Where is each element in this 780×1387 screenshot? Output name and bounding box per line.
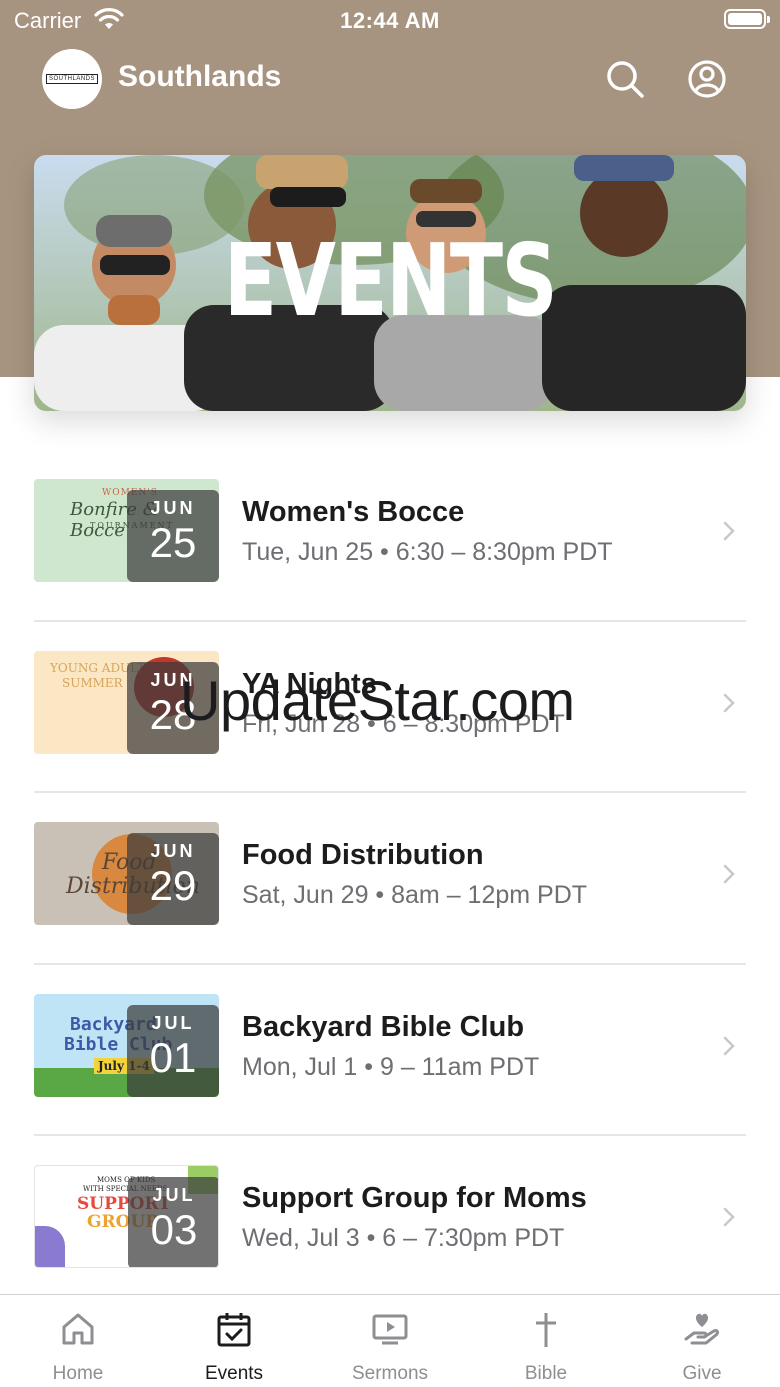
cross-icon — [536, 1313, 556, 1347]
date-day: 03 — [150, 1206, 198, 1253]
thumb-text: SUMMER — [62, 675, 123, 690]
event-title: Backyard Bible Club — [242, 1010, 525, 1043]
home-icon — [62, 1313, 94, 1345]
tab-give[interactable]: Give — [624, 1295, 780, 1387]
date-badge: JUL 01 — [127, 1004, 219, 1097]
bottom-tab-bar: Home Events Sermons Bible Give — [0, 1294, 780, 1387]
date-badge: JUN 25 — [127, 490, 219, 582]
date-badge: JUL 03 — [128, 1177, 218, 1267]
event-title: Food Distribution — [242, 839, 484, 871]
date-month: JUL — [152, 1185, 196, 1205]
tv-play-icon — [372, 1314, 408, 1345]
tab-label: Events — [204, 1363, 264, 1384]
hand-heart-icon — [684, 1313, 719, 1345]
event-title: Support Group for Moms — [242, 1182, 587, 1214]
search-icon[interactable] — [604, 58, 646, 100]
event-thumbnail: Backyard Bible Club July 1-4 JUL 01 — [34, 993, 219, 1097]
event-datetime: Tue, Jun 25 • 6:30 – 8:30pm PDT — [242, 538, 613, 566]
event-row-backyard-bible-club[interactable]: Backyard Bible Club July 1-4 JUL 01 Back… — [34, 965, 746, 1136]
tab-events[interactable]: Events — [156, 1295, 312, 1387]
event-row-womens-bocce[interactable]: WOMEN'S Bonfire & Bocce TOURNAMENT JUN 2… — [34, 450, 746, 622]
clock: 12:44 AM — [340, 8, 440, 33]
tab-bible[interactable]: Bible — [468, 1295, 624, 1387]
battery-icon — [724, 9, 770, 29]
event-list: WOMEN'S Bonfire & Bocce TOURNAMENT JUN 2… — [34, 450, 746, 1308]
hero-title: EVENTS — [223, 222, 558, 339]
date-day: 29 — [149, 862, 197, 909]
chevron-right-icon — [723, 693, 735, 712]
event-thumbnail: MOMS OF KIDS WITH SPECIAL NEEDS SUPPORT … — [34, 1165, 219, 1268]
tab-label: Bible — [524, 1363, 568, 1384]
event-thumbnail: Food Distribution JUN 29 — [34, 822, 219, 925]
event-datetime: Wed, Jul 3 • 6 – 7:30pm PDT — [242, 1224, 565, 1252]
tab-home[interactable]: Home — [0, 1295, 156, 1387]
event-row-food-distribution[interactable]: Food Distribution JUN 29 Food Distributi… — [34, 793, 746, 965]
chevron-right-icon — [723, 864, 735, 884]
chevron-right-icon — [723, 521, 735, 541]
church-logo: SOUTHLANDS — [42, 49, 102, 109]
date-month: JUL — [151, 1012, 195, 1033]
event-datetime: Mon, Jul 1 • 9 – 11am PDT — [242, 1052, 540, 1081]
tab-label: Give — [682, 1363, 722, 1384]
logo-text: SOUTHLANDS — [45, 74, 98, 84]
tab-sermons[interactable]: Sermons — [312, 1295, 468, 1387]
app-title: Southlands — [118, 60, 282, 93]
date-month: JUN — [150, 841, 196, 861]
calendar-check-icon — [217, 1313, 251, 1347]
chevron-right-icon — [723, 1036, 735, 1055]
shape-graphic — [35, 1226, 65, 1267]
tab-label: Sermons — [351, 1363, 429, 1384]
event-thumbnail: WOMEN'S Bonfire & Bocce TOURNAMENT JUN 2… — [34, 479, 219, 582]
status-bar: Carrier 12:44 AM — [0, 0, 780, 40]
event-row-support-group-for-moms[interactable]: MOMS OF KIDS WITH SPECIAL NEEDS SUPPORT … — [34, 1136, 746, 1308]
date-month: JUN — [150, 498, 196, 518]
chevron-right-icon — [723, 1207, 735, 1227]
event-title: Women's Bocce — [242, 496, 465, 528]
date-badge: JUN 29 — [127, 833, 219, 925]
date-day: 01 — [149, 1033, 197, 1081]
event-datetime: Sat, Jun 29 • 8am – 12pm PDT — [242, 881, 588, 909]
date-day: 25 — [149, 519, 197, 566]
account-circle-icon[interactable] — [686, 58, 728, 100]
events-hero-banner: EVENTS — [34, 155, 746, 411]
tab-label: Home — [52, 1363, 104, 1384]
watermark: UpdateStar.com — [180, 669, 575, 732]
